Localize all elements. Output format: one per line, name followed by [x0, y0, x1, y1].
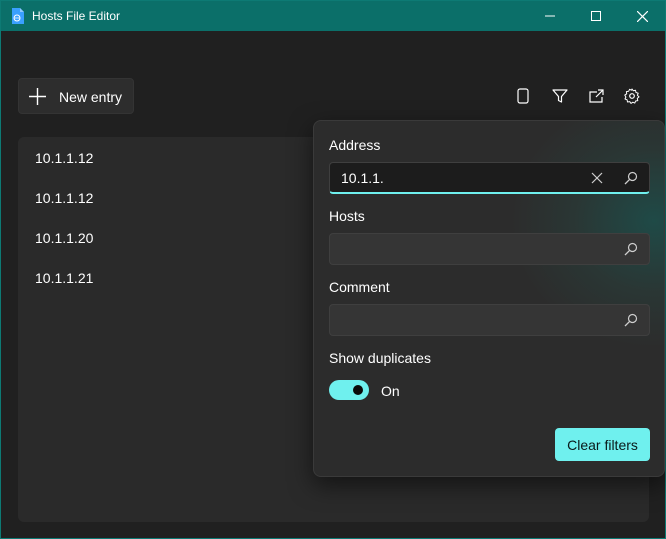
phone-icon: [517, 88, 529, 104]
comment-filter-input[interactable]: [329, 304, 650, 336]
address-label: Address: [329, 137, 381, 153]
close-icon: [636, 10, 648, 22]
minimize-icon: [545, 15, 555, 17]
toggle-knob: [353, 385, 363, 395]
filter-button[interactable]: [549, 85, 571, 107]
address-filter-input[interactable]: 10.1.1.: [329, 162, 650, 194]
clear-filters-button[interactable]: Clear filters: [555, 428, 650, 461]
gear-icon: [624, 88, 640, 104]
maximize-icon: [591, 11, 601, 21]
search-icon[interactable]: [624, 171, 638, 185]
app-window: Hosts File Editor New entry 10.1.1.12 10…: [0, 0, 666, 539]
hosts-filter-input[interactable]: [329, 233, 650, 265]
toggle-state-text: On: [381, 383, 400, 399]
list-item[interactable]: 10.1.1.20: [35, 230, 93, 246]
title-bar[interactable]: Hosts File Editor: [1, 1, 665, 31]
settings-button[interactable]: [621, 85, 643, 107]
search-icon[interactable]: [624, 242, 638, 256]
maximize-button[interactable]: [573, 1, 619, 31]
search-icon[interactable]: [624, 313, 638, 327]
list-item[interactable]: 10.1.1.21: [35, 270, 93, 286]
filter-icon: [552, 89, 568, 103]
new-entry-label: New entry: [59, 89, 123, 105]
show-duplicates-toggle[interactable]: [329, 380, 369, 400]
show-duplicates-label: Show duplicates: [329, 350, 431, 366]
additional-lines-button[interactable]: [512, 85, 534, 107]
clear-icon[interactable]: [591, 172, 603, 184]
window-title: Hosts File Editor: [32, 9, 121, 23]
open-hosts-button[interactable]: [585, 85, 607, 107]
comment-label: Comment: [329, 279, 390, 295]
list-item[interactable]: 10.1.1.12: [35, 190, 93, 206]
filter-flyout: Address 10.1.1. Hosts Comment Show dupli…: [313, 120, 665, 477]
app-icon: [12, 8, 24, 24]
list-item[interactable]: 10.1.1.12: [35, 150, 93, 166]
close-button[interactable]: [619, 1, 665, 31]
new-entry-button[interactable]: New entry: [18, 78, 134, 114]
export-icon: [588, 89, 604, 103]
plus-icon: [29, 88, 46, 105]
minimize-button[interactable]: [527, 1, 573, 31]
address-filter-value: 10.1.1.: [341, 170, 384, 186]
hosts-label: Hosts: [329, 208, 365, 224]
